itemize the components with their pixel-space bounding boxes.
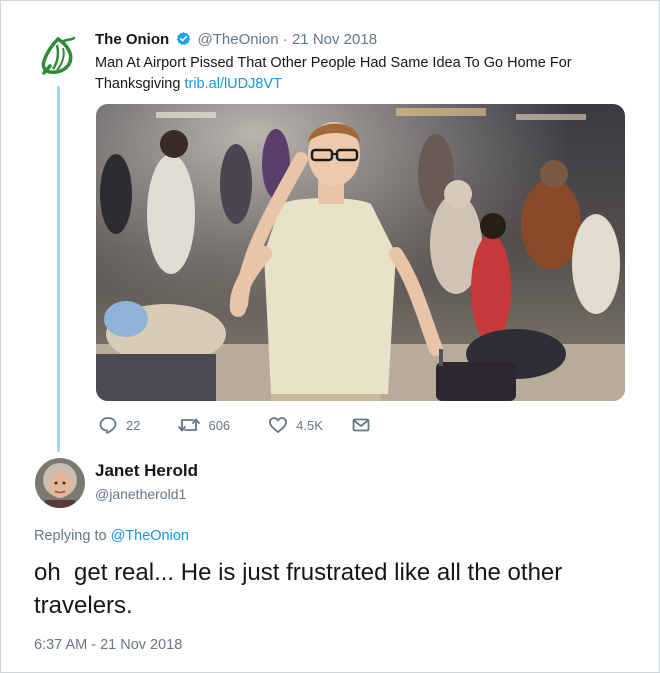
reply-count: 22 xyxy=(126,417,141,433)
tweet-link[interactable]: trib.al/lUDJ8VT xyxy=(184,76,282,92)
the-onion-logo-avatar[interactable] xyxy=(36,34,80,78)
verified-badge-icon xyxy=(176,31,191,50)
tweet-text: Man At Airport Pissed That Other People … xyxy=(95,53,635,95)
tweet-action-bar: 22 606 4.5K xyxy=(98,415,379,435)
reply-action[interactable]: 22 xyxy=(98,415,140,435)
direct-message-action[interactable] xyxy=(351,415,379,435)
reply-timestamp[interactable]: 6:37 AM - 21 Nov 2018 xyxy=(34,637,182,653)
onion-logo-icon xyxy=(41,36,76,75)
retweet-action[interactable]: 606 xyxy=(178,415,230,435)
reply-author-handle[interactable]: @janetherold1 xyxy=(95,486,186,502)
tweet-body: Man At Airport Pissed That Other People … xyxy=(95,55,572,92)
reply-author-name[interactable]: Janet Herold xyxy=(95,461,198,481)
heart-icon xyxy=(269,417,288,433)
thread-connector-line xyxy=(57,86,60,452)
replying-to-line: Replying to @TheOnion xyxy=(34,528,189,544)
retweet-count: 606 xyxy=(208,417,231,433)
retweet-icon xyxy=(178,418,201,432)
user-avatar-photo-icon xyxy=(35,458,85,508)
author-handle[interactable]: @TheOnion xyxy=(198,31,279,48)
tweet-photo[interactable] xyxy=(96,104,625,401)
reply-icon xyxy=(99,417,117,434)
envelope-icon xyxy=(352,418,370,432)
airport-crowd-photo-icon xyxy=(96,104,625,401)
replying-to-prefix: Replying to xyxy=(34,528,107,544)
like-action[interactable]: 4.5K xyxy=(268,415,323,435)
reply-text: oh get real... He is just frustrated lik… xyxy=(34,559,569,619)
tweet-date[interactable]: 21 Nov 2018 xyxy=(292,31,377,48)
tweet-header: The Onion @TheOnion · 21 Nov 2018 xyxy=(95,31,377,50)
replying-to-handle[interactable]: @TheOnion xyxy=(111,528,189,544)
like-count: 4.5K xyxy=(296,417,323,433)
author-name[interactable]: The Onion xyxy=(95,31,169,48)
separator-dot: · xyxy=(282,31,288,48)
janet-herold-avatar[interactable] xyxy=(35,458,85,508)
